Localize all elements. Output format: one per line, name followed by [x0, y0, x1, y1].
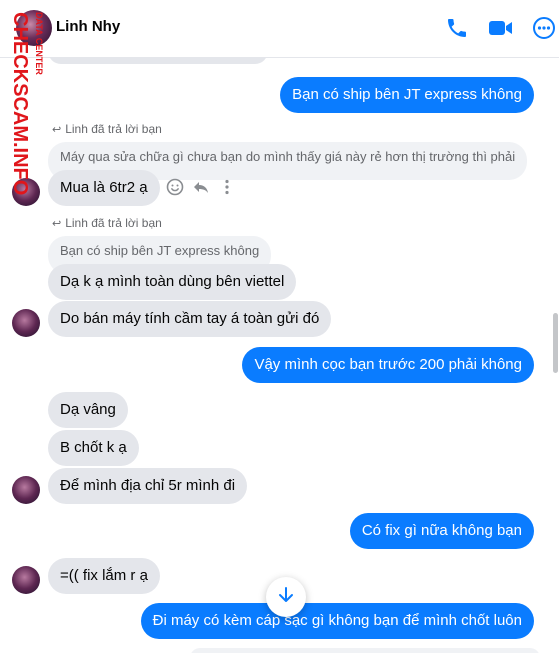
message-bubble-incoming[interactable]: B chốt k ạ — [48, 430, 139, 466]
reply-arrow-icon: ↩ — [52, 218, 62, 230]
message-bubble-outgoing[interactable]: Có fix gì nữa không bạn — [349, 513, 534, 549]
message-bubble-outgoing[interactable]: Vậy mình cọc bạn trước 200 phải không — [242, 347, 534, 383]
video-icon[interactable] — [488, 16, 514, 40]
message-bubble-incoming[interactable]: Dạ vâng — [48, 392, 128, 428]
contact-avatar[interactable] — [16, 10, 52, 46]
message-actions — [166, 178, 236, 196]
message-bubble-incoming[interactable]: Mua là 6tr2 ạ — [48, 170, 160, 206]
message-list[interactable]: Bạn có ship bên JT express không ↩ Linh đ… — [0, 38, 559, 653]
contact-name[interactable]: Linh Nhy — [56, 18, 120, 35]
message-bubble-incoming[interactable]: Dạ k ạ mình toàn dùng bên viettel — [48, 264, 297, 300]
scroll-to-bottom-button[interactable] — [266, 577, 306, 617]
scrollbar[interactable] — [551, 58, 559, 653]
message-bubble-outgoing[interactable]: Bạn có ship bên JT express không — [280, 77, 534, 113]
scrollbar-thumb[interactable] — [553, 313, 558, 373]
reply-meta: ↩ Linh đã trả lời bạn — [52, 216, 162, 230]
emoji-icon[interactable] — [166, 178, 184, 196]
reply-arrow-icon: ↩ — [52, 124, 62, 136]
reply-meta-label: Linh đã trả lời bạn — [65, 122, 162, 136]
sender-avatar[interactable] — [12, 309, 40, 337]
vertical-more-icon[interactable] — [218, 178, 236, 196]
sender-avatar[interactable] — [12, 476, 40, 504]
reply-meta-label: Linh đã trả lời bạn — [65, 216, 162, 230]
message-bubble-partial[interactable] — [190, 648, 540, 653]
phone-icon[interactable] — [445, 16, 469, 40]
reply-meta: ↩ Linh đã trả lời bạn — [52, 122, 162, 136]
message-bubble-outgoing[interactable]: Đi máy có kèm cáp sạc gì không bạn để mì… — [140, 603, 534, 639]
sender-avatar[interactable] — [12, 178, 40, 206]
more-icon[interactable] — [533, 16, 555, 40]
message-bubble-incoming[interactable]: Do bán máy tính cầm tay á toàn gửi đó — [48, 301, 332, 337]
reply-icon[interactable] — [192, 178, 210, 196]
sender-avatar[interactable] — [12, 566, 40, 594]
chat-header: Linh Nhy — [0, 0, 559, 58]
message-bubble-incoming[interactable]: Để mình địa chỉ 5r mình đi — [48, 468, 248, 504]
message-bubble-incoming[interactable]: =(( fix lắm r ạ — [48, 558, 160, 594]
arrow-down-icon — [276, 585, 296, 610]
